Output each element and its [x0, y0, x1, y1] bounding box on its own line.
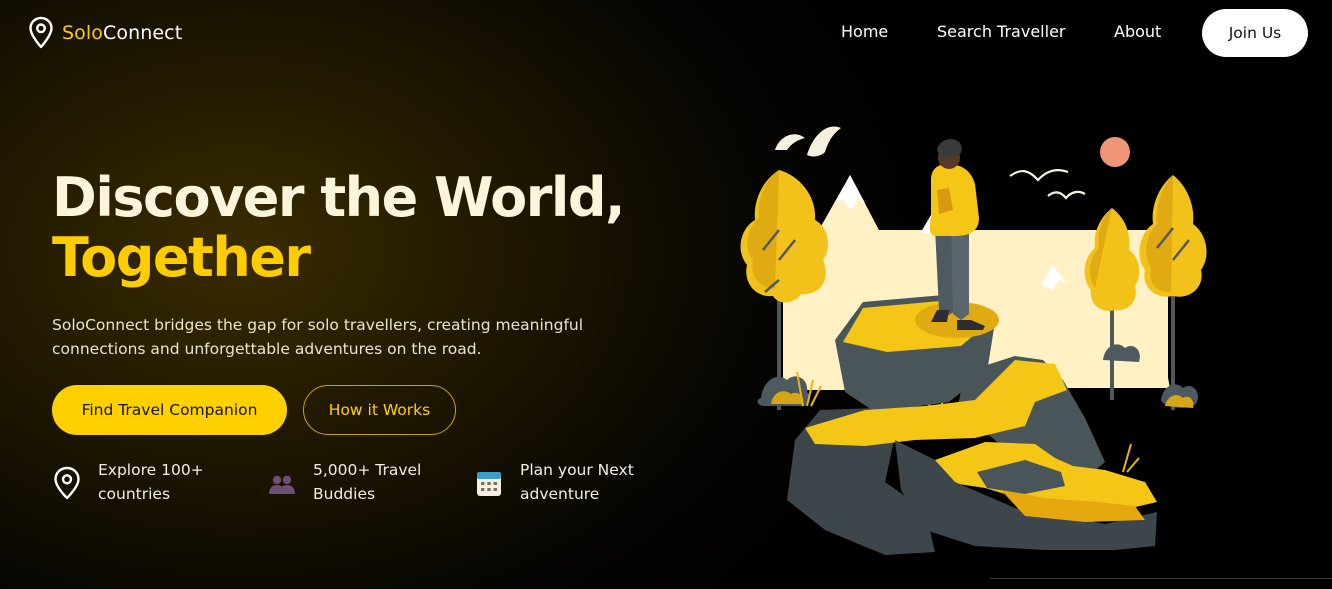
brand-name: SoloConnect [62, 22, 182, 44]
feature-text: Explore 100+ countries [98, 458, 238, 506]
brand-logo[interactable]: SoloConnect [28, 16, 182, 50]
find-travel-companion-button[interactable]: Find Travel Companion [52, 385, 287, 435]
hero-illustration [740, 126, 1207, 555]
join-us-button[interactable]: Join Us [1202, 9, 1308, 57]
birds-icon [1009, 169, 1086, 200]
how-it-works-button[interactable]: How it Works [303, 385, 456, 435]
nav-link-home[interactable]: Home [841, 22, 888, 41]
feature-text: Plan your Next adventure [520, 458, 660, 506]
feature-travel-buddies: 5,000+ Travel Buddies [267, 458, 453, 506]
map-pin-icon [54, 466, 80, 500]
map-pin-icon [29, 16, 53, 49]
feature-text-line1: Explore 100+ [98, 461, 204, 479]
brand-name-connect: Connect [103, 22, 183, 44]
feature-text-line2: Buddies [313, 485, 376, 503]
feature-text-line2: adventure [520, 485, 600, 503]
cloud-icon [775, 126, 841, 157]
feature-text-line1: 5,000+ Travel [313, 461, 422, 479]
hero-headline-line1: Discover the World, [52, 166, 626, 229]
sun-icon [1100, 137, 1130, 167]
nav-link-about[interactable]: About [1114, 22, 1161, 41]
calendar-icon [477, 472, 501, 496]
hero-subtext: SoloConnect bridges the gap for solo tra… [52, 316, 584, 358]
feature-text-line2: countries [98, 485, 171, 503]
feature-explore-countries: Explore 100+ countries [52, 458, 238, 506]
brand-name-solo: Solo [62, 22, 103, 44]
divider-line [990, 578, 1332, 579]
feature-plan-adventure: Plan your Next adventure [474, 458, 660, 506]
hero-headline: Discover the World, Together [52, 166, 626, 289]
top-navigation: SoloConnect Home Search Traveller About … [0, 0, 1332, 64]
feature-text-line1: Plan your Next [520, 461, 634, 479]
hero-headline-line2: Together [52, 226, 311, 289]
people-icon [269, 475, 295, 494]
feature-text: 5,000+ Travel Buddies [313, 458, 453, 506]
nav-link-search-traveller[interactable]: Search Traveller [937, 22, 1065, 41]
